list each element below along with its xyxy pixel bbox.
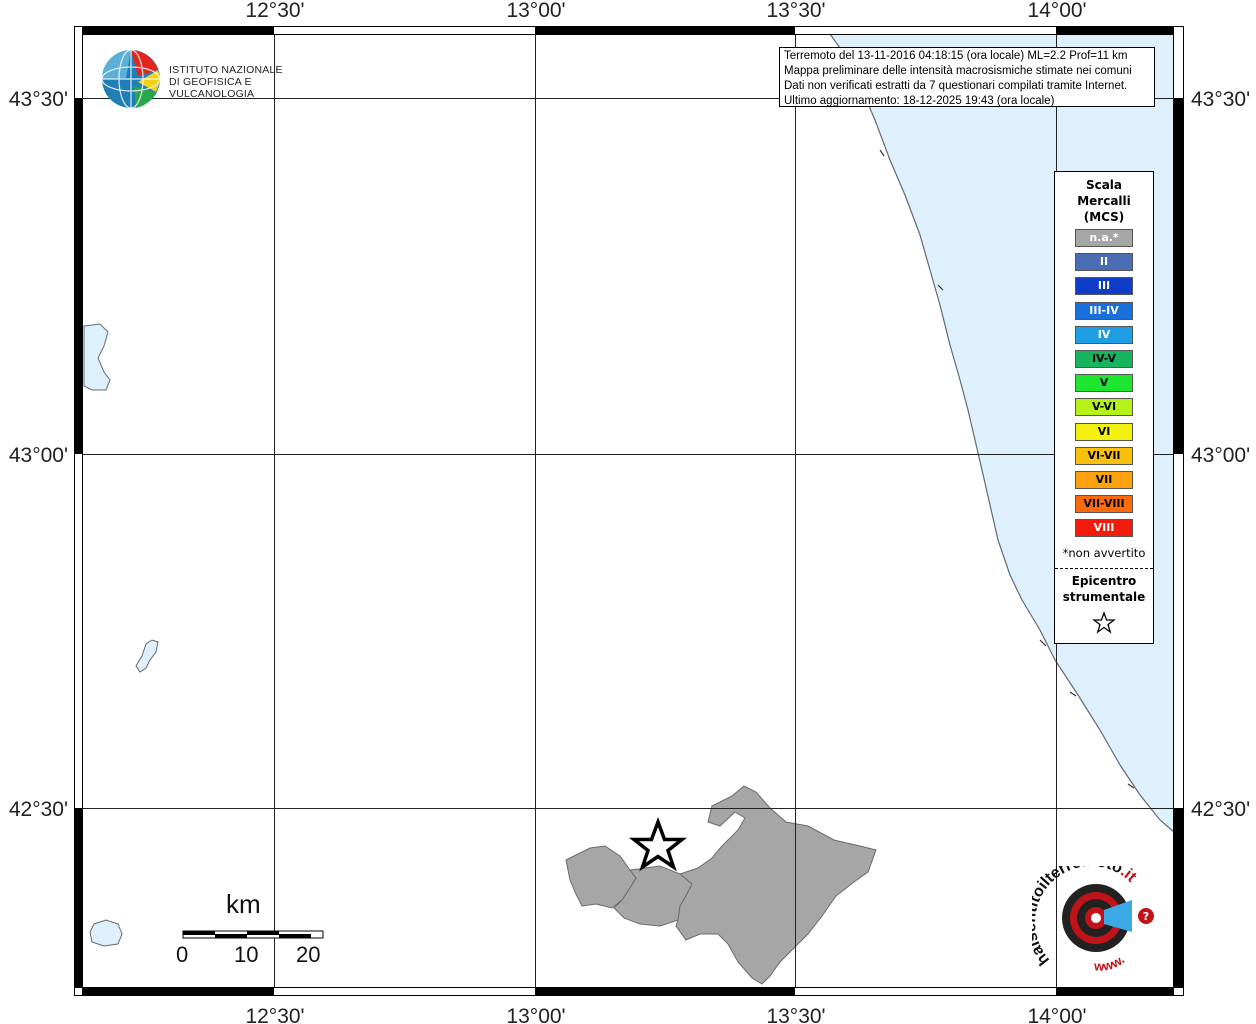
- mcs-legend: Scala Mercalli (MCS) n.a.* II III III-IV IV I…: [1054, 171, 1154, 644]
- haisentito-badge[interactable]: ? haisentitoilterremoto.it www.: [1022, 853, 1164, 978]
- event-info-box: Terremoto del 13-11-2016 04:18:15 (ora l…: [779, 47, 1155, 107]
- legend-swatch-vii: VII: [1075, 471, 1133, 489]
- legend-swatch-ii: II: [1075, 253, 1133, 272]
- legend-swatch-iii-iv: III-IV: [1075, 301, 1133, 320]
- globe-icon: [101, 49, 161, 109]
- legend-swatch-vi: VI: [1075, 422, 1133, 441]
- lake-bracciano: [89, 919, 123, 947]
- lat-label-right-1: 43°30': [1191, 88, 1250, 111]
- legend-epicenter-label: Epicentro strumentale: [1055, 573, 1153, 605]
- legend-title-line-2: Mercalli: [1077, 194, 1131, 208]
- lat-label-left-1: 43°30': [9, 88, 68, 111]
- legend-swatch-iii: III: [1075, 277, 1133, 296]
- lon-label-top-4: 14°00': [1027, 0, 1086, 22]
- lon-label-top-3: 13°30': [766, 0, 825, 22]
- info-line-data: Dati non verificati estratti da 7 questi…: [784, 80, 1128, 92]
- info-line-event: Terremoto del 13-11-2016 04:18:15 (ora l…: [784, 50, 1128, 62]
- lon-label-bottom-1: 12°30': [245, 1005, 304, 1024]
- lon-label-bottom-3: 13°30': [766, 1005, 825, 1024]
- legend-title-line-3: (MCS): [1083, 210, 1125, 224]
- legend-swatch-vi-vii: VI-VII: [1075, 446, 1133, 465]
- scale-bar: km 0 10 20: [170, 885, 330, 975]
- logo-line-2: DI GEOFISICA E VULCANOLOGIA: [169, 76, 255, 100]
- legend-swatch-v: V: [1075, 374, 1133, 393]
- scale-tick-20: 20: [296, 942, 321, 967]
- svg-text:www.: www.: [1093, 952, 1127, 974]
- legend-swatch-viii: VIII: [1075, 519, 1133, 538]
- lon-label-bottom-4: 14°00': [1027, 1005, 1086, 1024]
- legend-swatch-iv-v: IV-V: [1075, 350, 1133, 368]
- legend-epicenter-line-2: strumentale: [1062, 590, 1146, 604]
- scale-tick-10: 10: [234, 942, 259, 967]
- legend-swatch-iv: IV: [1075, 325, 1133, 344]
- svg-text:?: ?: [1143, 910, 1149, 923]
- ingv-logo: ISTITUTO NAZIONALE DI GEOFISICA E VULCAN…: [100, 48, 320, 110]
- legend-divider: [1055, 568, 1153, 569]
- scale-bar-graphic: [182, 930, 324, 939]
- legend-note: *non avvertito: [1062, 546, 1146, 560]
- legend-swatch-n-a: n.a.*: [1075, 229, 1133, 247]
- lat-label-left-2: 43°00': [9, 444, 68, 467]
- legend-title: Scala Mercalli (MCS): [1055, 177, 1153, 225]
- lon-label-top-1: 12°30': [245, 0, 304, 22]
- legend-swatch-vii-viii: VII-VIII: [1075, 495, 1133, 514]
- lon-label-top-2: 13°00': [506, 0, 565, 22]
- info-line-updated: Ultimo aggiornamento: 18-12-2025 19:43 (…: [784, 95, 1055, 107]
- legend-title-line-1: Scala: [1085, 178, 1123, 192]
- badge-text-www: www.: [1093, 952, 1127, 974]
- lat-label-left-3: 42°30': [9, 798, 68, 821]
- legend-swatch-v-vi: V-VI: [1075, 398, 1133, 417]
- lat-label-right-2: 43°00': [1191, 444, 1250, 467]
- legend-epicenter-line-1: Epicentro: [1071, 574, 1137, 588]
- legend-star-icon: [1092, 611, 1116, 634]
- logo-line-1: ISTITUTO NAZIONALE: [169, 64, 283, 76]
- info-line-map: Mappa preliminare delle intensità macros…: [784, 65, 1132, 77]
- haisentito-logo-icon: ? haisentitoilterremoto.it www.: [1022, 853, 1154, 974]
- scale-tick-0: 0: [176, 942, 189, 967]
- lon-label-bottom-2: 13°00': [506, 1005, 565, 1024]
- lat-label-right-3: 42°30': [1191, 798, 1250, 821]
